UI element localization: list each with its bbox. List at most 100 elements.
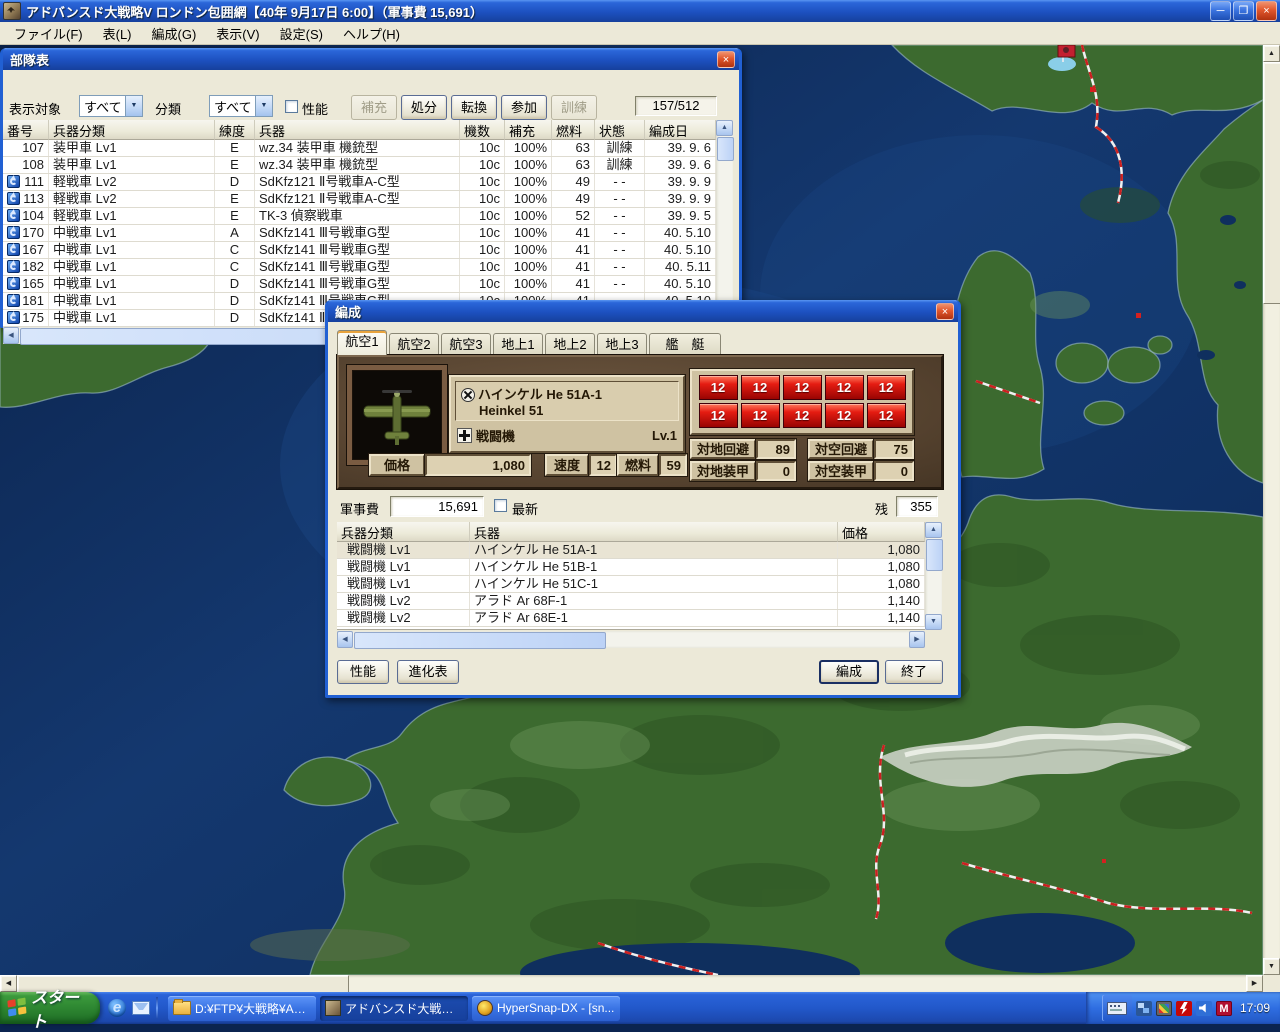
weapon-table-hscroll-thumb[interactable] bbox=[354, 632, 606, 649]
start-button[interactable]: スタート bbox=[0, 992, 100, 1024]
tab-4[interactable]: 地上2 bbox=[545, 333, 595, 355]
column-header-8[interactable]: 編成日 bbox=[645, 120, 716, 140]
column-header-2[interactable]: 練度 bbox=[215, 120, 255, 140]
language-bar[interactable] bbox=[1102, 995, 1132, 1021]
unit-toolbar-button-1[interactable]: 処分 bbox=[401, 95, 447, 120]
taskbar[interactable]: スタート e D:¥FTP¥大戦略¥AD5...アドバンスド大戦略V ...Hy… bbox=[0, 992, 1280, 1024]
tab-3[interactable]: 地上1 bbox=[493, 333, 543, 355]
weapon-table-hscrollbar[interactable]: ◀ ▶ bbox=[337, 631, 925, 648]
menu-item-2[interactable]: 編成(G) bbox=[144, 22, 205, 45]
taskbar-task-2[interactable]: HyperSnap-DX - [sn... bbox=[472, 996, 620, 1021]
weapon-row[interactable]: 戦闘機 Lv1ハインケル He 51C-11,080 bbox=[337, 576, 925, 593]
formation-tabs[interactable]: 航空1航空2航空3地上1地上2地上3艦 艇 bbox=[337, 333, 943, 355]
table-row[interactable]: 167中戦車 Lv1CSdKfz141 Ⅲ号戦車G型10c100%41- -40… bbox=[3, 242, 716, 259]
unit-list-vscroll-thumb[interactable] bbox=[717, 137, 734, 161]
quick-launch[interactable]: e bbox=[100, 992, 166, 1024]
column-header-4[interactable]: 機数 bbox=[460, 120, 505, 140]
unit-list-window[interactable]: 部隊表 × 表示対象 すべて ▼ 分類 すべて ▼ 性能 補充処分転換参加訓練 … bbox=[0, 48, 742, 328]
column-header-5[interactable]: 補充 bbox=[505, 120, 552, 140]
scroll-up-button[interactable]: ▲ bbox=[1263, 45, 1280, 62]
restore-button[interactable]: ❐ bbox=[1233, 1, 1254, 21]
scroll-down-button[interactable]: ▼ bbox=[925, 614, 942, 630]
menu-item-5[interactable]: ヘルプ(H) bbox=[335, 22, 408, 45]
menu-item-1[interactable]: 表(L) bbox=[95, 22, 140, 45]
deploy-icon bbox=[7, 226, 20, 239]
latest-checkbox[interactable] bbox=[494, 499, 507, 512]
taskbar-task-1[interactable]: アドバンスド大戦略V ... bbox=[320, 996, 468, 1021]
table-row[interactable]: 113軽戦車 Lv2ESdKfz121 Ⅱ号戦車A-C型10c100%49- -… bbox=[3, 191, 716, 208]
scroll-up-button[interactable]: ▲ bbox=[925, 522, 942, 538]
menu-item-4[interactable]: 設定(S) bbox=[272, 22, 331, 45]
clock[interactable]: 17:09 bbox=[1240, 1001, 1270, 1015]
column-header-1[interactable]: 兵器 bbox=[470, 522, 838, 542]
close-button[interactable]: × bbox=[1256, 1, 1277, 21]
tab-0[interactable]: 航空1 bbox=[337, 330, 387, 355]
map-vertical-scrollbar[interactable]: ▲ ▼ bbox=[1263, 45, 1280, 975]
scroll-right-button[interactable]: ▶ bbox=[909, 631, 925, 648]
menu-bar[interactable]: ファイル(F)表(L)編成(G)表示(V)設定(S)ヘルプ(H) bbox=[0, 22, 1280, 45]
weapon-table-vscroll-thumb[interactable] bbox=[926, 539, 943, 571]
menu-item-0[interactable]: ファイル(F) bbox=[6, 22, 91, 45]
unit-toolbar-button-2[interactable]: 転換 bbox=[451, 95, 497, 120]
network-icon[interactable] bbox=[1136, 1001, 1152, 1016]
scroll-left-button[interactable]: ◀ bbox=[0, 975, 17, 992]
unit-toolbar-button-3[interactable]: 参加 bbox=[501, 95, 547, 120]
tab-2[interactable]: 航空3 bbox=[441, 333, 491, 355]
column-header-1[interactable]: 兵器分類 bbox=[49, 120, 215, 140]
unit-list-close-button[interactable]: × bbox=[717, 51, 735, 68]
table-row[interactable]: 111軽戦車 Lv2DSdKfz121 Ⅱ号戦車A-C型10c100%49- -… bbox=[3, 174, 716, 191]
map-vscroll-thumb[interactable] bbox=[1263, 62, 1280, 304]
unit-table-header[interactable]: 番号兵器分類練度兵器機数補充燃料状態編成日 bbox=[3, 120, 716, 140]
weapon-row[interactable]: 戦闘機 Lv2アラド Ar 68F-11,140 bbox=[337, 593, 925, 610]
table-row[interactable]: 107装甲車 Lv1Ewz.34 装甲車 機銃型10c100%63訓練39. 9… bbox=[3, 140, 716, 157]
column-header-7[interactable]: 状態 bbox=[595, 120, 645, 140]
weapon-table-header[interactable]: 兵器分類兵器価格 bbox=[337, 522, 925, 542]
dialog-button-2[interactable]: 編成 bbox=[819, 660, 879, 684]
table-row[interactable]: 108装甲車 Lv1Ewz.34 装甲車 機銃型10c100%63訓練39. 9… bbox=[3, 157, 716, 174]
minimize-button[interactable]: ─ bbox=[1210, 1, 1231, 21]
outlook-express-icon[interactable] bbox=[132, 1001, 150, 1015]
budget-label: 軍事費 bbox=[340, 499, 379, 518]
column-header-6[interactable]: 燃料 bbox=[552, 120, 595, 140]
formation-close-button[interactable]: × bbox=[936, 303, 954, 320]
scroll-left-button[interactable]: ◀ bbox=[337, 631, 353, 648]
taskbar-task-0[interactable]: D:¥FTP¥大戦略¥AD5... bbox=[168, 996, 316, 1021]
tab-1[interactable]: 航空2 bbox=[389, 333, 439, 355]
unit-list-titlebar[interactable]: 部隊表 × bbox=[3, 48, 739, 70]
map-horizontal-scrollbar[interactable]: ◀ ▶ bbox=[0, 975, 1263, 992]
volume-icon[interactable] bbox=[1196, 1001, 1212, 1016]
main-window-titlebar[interactable]: アドバンスド大戦略V ロンドン包囲網【40年 9月17日 6:00】（軍事費 1… bbox=[0, 0, 1280, 22]
formation-titlebar[interactable]: 編成 × bbox=[328, 300, 958, 322]
tab-6[interactable]: 艦 艇 bbox=[649, 333, 721, 355]
table-row[interactable]: 104軽戦車 Lv1ETK-3 偵察戦車10c100%52- -39. 9. 5 bbox=[3, 208, 716, 225]
table-row[interactable]: 165中戦車 Lv1DSdKfz141 Ⅲ号戦車G型10c100%41- -40… bbox=[3, 276, 716, 293]
scroll-left-button[interactable]: ◀ bbox=[3, 327, 19, 344]
flash-icon[interactable] bbox=[1176, 1001, 1192, 1016]
dialog-button-3[interactable]: 終了 bbox=[885, 660, 943, 684]
system-tray[interactable]: M 17:09 bbox=[1086, 992, 1280, 1024]
m-icon[interactable]: M bbox=[1216, 1001, 1232, 1016]
weapon-row[interactable]: 戦闘機 Lv2アラド Ar 68E-11,140 bbox=[337, 610, 925, 627]
scroll-up-button[interactable]: ▲ bbox=[716, 120, 733, 136]
weapon-table-vscrollbar[interactable]: ▲ ▼ bbox=[925, 522, 942, 630]
weapon-table[interactable]: 戦闘機 Lv1ハインケル He 51A-11,080戦闘機 Lv1ハインケル H… bbox=[337, 542, 925, 630]
weapon-row[interactable]: 戦闘機 Lv1ハインケル He 51A-11,080 bbox=[337, 542, 925, 559]
unit-table[interactable]: 107装甲車 Lv1Ewz.34 装甲車 機銃型10c100%63訓練39. 9… bbox=[3, 140, 716, 327]
table-row[interactable]: 182中戦車 Lv1CSdKfz141 Ⅲ号戦車G型10c100%41- -40… bbox=[3, 259, 716, 276]
scroll-right-button[interactable]: ▶ bbox=[1246, 975, 1263, 992]
column-header-0[interactable]: 兵器分類 bbox=[337, 522, 470, 542]
table-row[interactable]: 170中戦車 Lv1ASdKfz141 Ⅲ号戦車G型10c100%41- -40… bbox=[3, 225, 716, 242]
tab-5[interactable]: 地上3 bbox=[597, 333, 647, 355]
menu-item-3[interactable]: 表示(V) bbox=[208, 22, 267, 45]
scroll-down-button[interactable]: ▼ bbox=[1263, 958, 1280, 975]
dialog-button-0[interactable]: 性能 bbox=[337, 660, 389, 684]
formation-dialog[interactable]: 編成 × 航空1航空2航空3地上1地上2地上3艦 艇 ハインケル He 51A-… bbox=[325, 300, 961, 698]
column-header-0[interactable]: 番号 bbox=[3, 120, 49, 140]
dialog-button-1[interactable]: 進化表 bbox=[397, 660, 459, 684]
unit-list-vscrollbar[interactable]: ▲ ▼ bbox=[716, 120, 733, 327]
display-icon[interactable] bbox=[1156, 1001, 1172, 1016]
column-header-2[interactable]: 価格 bbox=[838, 522, 925, 542]
weapon-row[interactable]: 戦闘機 Lv1ハインケル He 51B-11,080 bbox=[337, 559, 925, 576]
internet-explorer-icon[interactable]: e bbox=[108, 999, 126, 1017]
column-header-3[interactable]: 兵器 bbox=[255, 120, 460, 140]
